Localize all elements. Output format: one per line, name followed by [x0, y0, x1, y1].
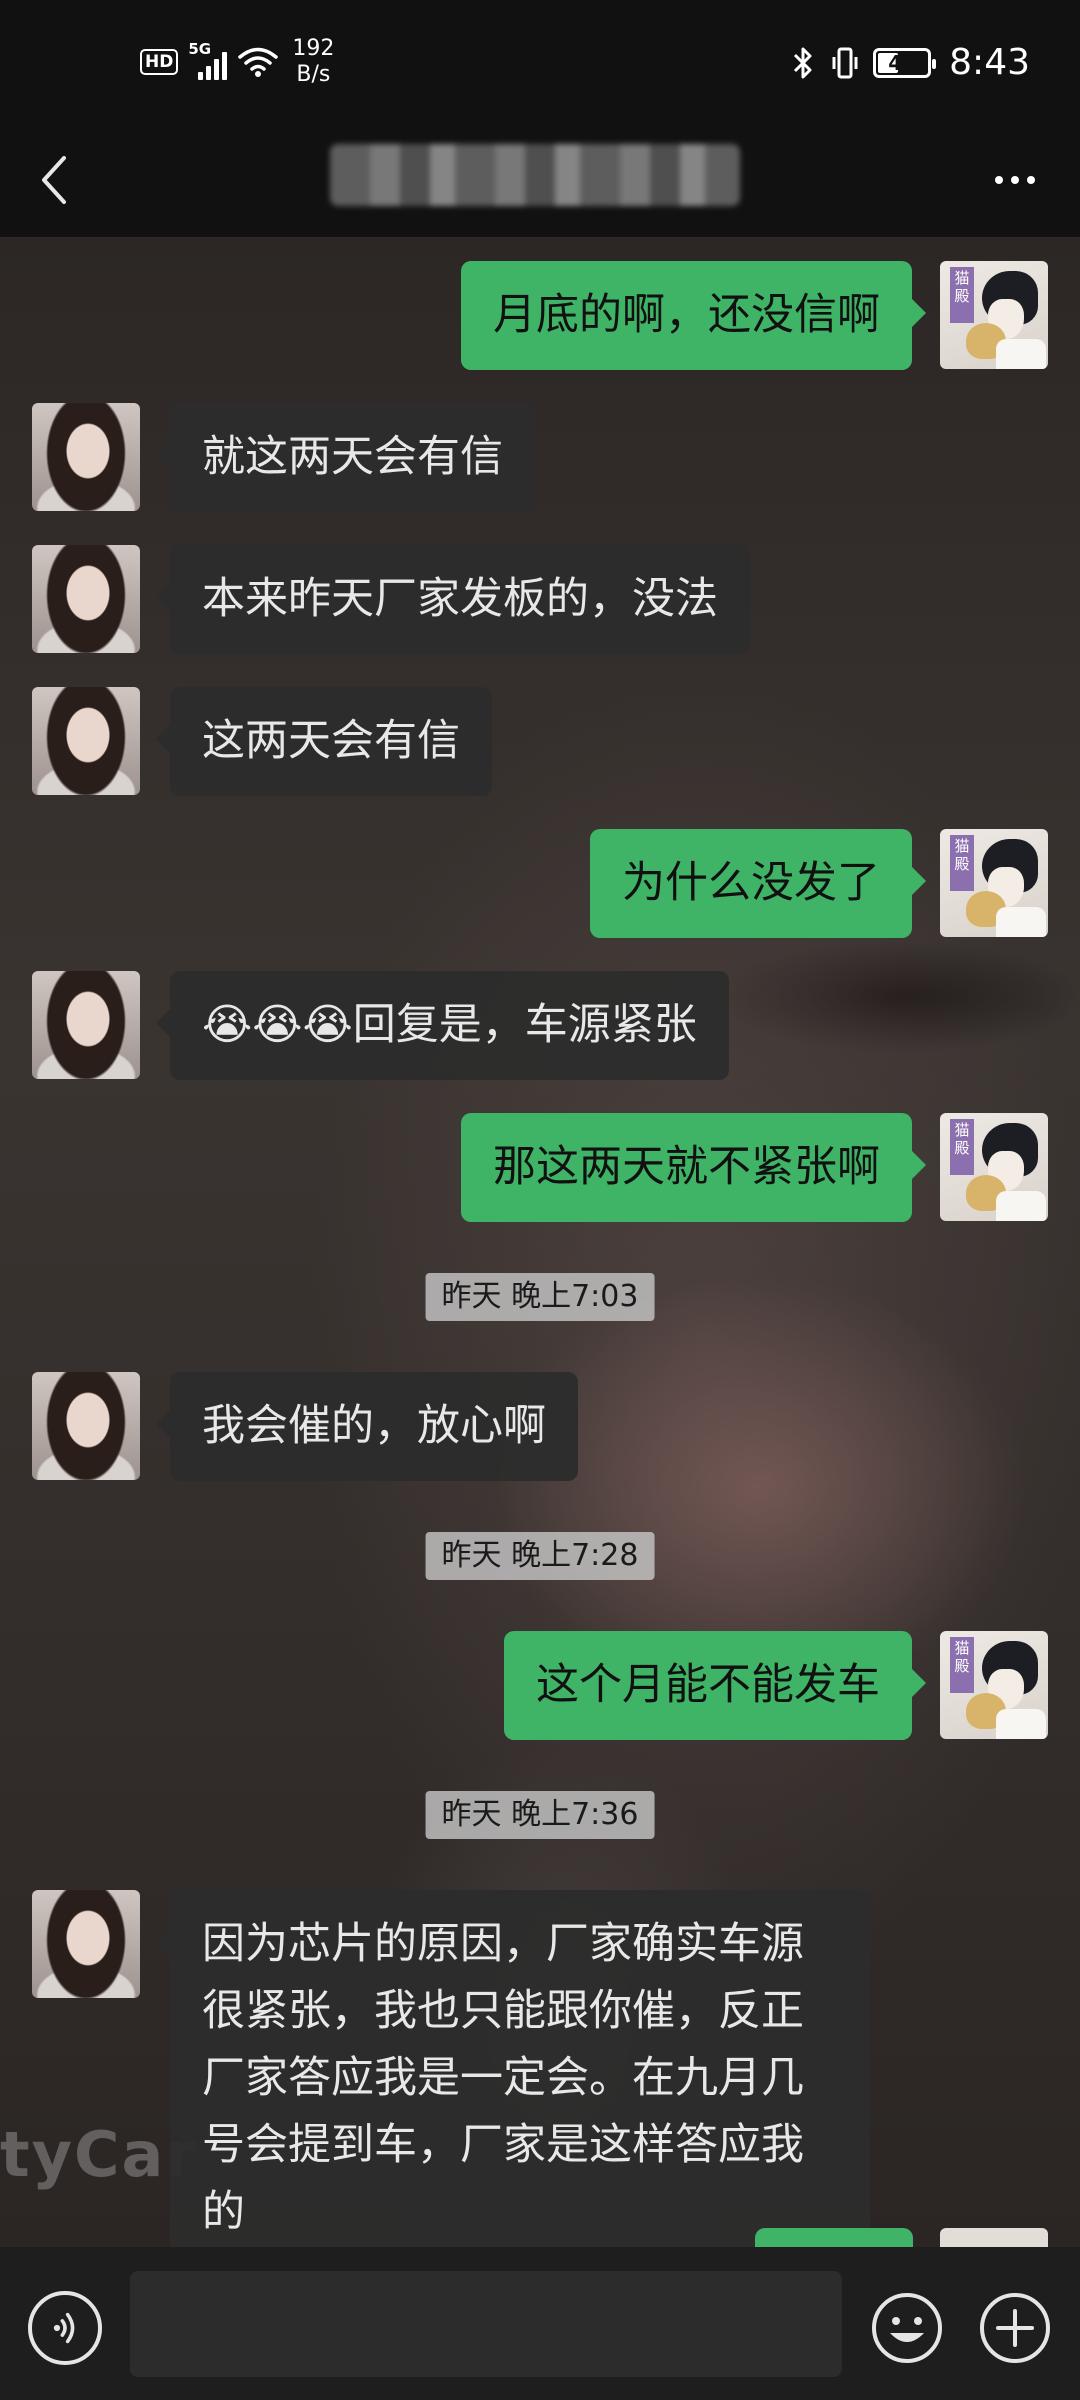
plus-icon[interactable]: [978, 2291, 1052, 2365]
back-chevron-icon[interactable]: [30, 150, 80, 210]
wifi-icon: [238, 47, 279, 77]
my-avatar[interactable]: 猫殿: [940, 829, 1048, 937]
message-bubble-outgoing[interactable]: 月底的啊，还没信啊: [461, 261, 926, 370]
contact-avatar[interactable]: [32, 687, 140, 795]
battery-icon: 41: [873, 47, 937, 78]
hd-badge: HD: [140, 49, 179, 75]
message-bubble-outgoing[interactable]: 这个月能不能发车: [504, 1631, 926, 1740]
message-text: 回复是，车源紧张: [352, 1000, 697, 1050]
message-bubble-outgoing[interactable]: 那这两天就不紧张啊: [461, 1113, 926, 1222]
message-bubble-incoming[interactable]: 这两天会有信: [156, 687, 492, 796]
wallpaper-watermark: tyCar: [0, 2118, 198, 2191]
more-dots-icon[interactable]: [980, 160, 1050, 200]
contact-avatar[interactable]: [32, 403, 140, 511]
network-speed: 192 B/s: [292, 36, 334, 88]
contact-avatar[interactable]: [32, 971, 140, 1079]
message-timestamp: 昨天 晚上7:36: [425, 1791, 655, 1839]
contact-avatar[interactable]: [32, 1372, 140, 1480]
network-type: 5G: [188, 40, 212, 58]
message-bubble-incoming[interactable]: 本来昨天厂家发板的，没法: [156, 545, 750, 654]
status-left: HD 5G 192 B/s: [140, 36, 334, 88]
my-avatar[interactable]: 猫殿: [940, 261, 1048, 369]
message-bubble-incoming[interactable]: 😭😭😭回复是，车源紧张: [156, 971, 729, 1080]
crying-emoji-icon: 😭😭😭: [202, 1000, 353, 1050]
network-speed-unit: B/s: [296, 62, 331, 87]
battery-percent: 41: [888, 50, 917, 75]
emoji-icon[interactable]: [870, 2291, 944, 2365]
network-speed-value: 192: [292, 36, 335, 61]
my-avatar[interactable]: 猫殿: [940, 1631, 1048, 1739]
bluetooth-icon: [794, 47, 812, 78]
my-avatar[interactable]: 猫殿: [940, 1113, 1048, 1221]
contact-avatar[interactable]: [32, 1890, 140, 1998]
message-bubble-incoming[interactable]: 因为芯片的原因，厂家确实车源很紧张，我也只能跟你催，反正厂家答应我是一定会。在九…: [156, 1890, 870, 2267]
message-bubble-incoming[interactable]: 就这两天会有信: [156, 403, 535, 512]
message-bubble-incoming[interactable]: 我会催的，放心啊: [156, 1372, 578, 1481]
chat-title-redacted: [330, 144, 740, 206]
contact-avatar[interactable]: [32, 545, 140, 653]
message-timestamp: 昨天 晚上7:28: [425, 1532, 655, 1580]
status-bar: HD 5G 192 B/s 41 8:43: [0, 0, 1080, 130]
input-bar: [0, 2247, 1080, 2400]
chat-header: [0, 130, 1080, 237]
status-time: 8:43: [949, 42, 1030, 83]
message-bubble-outgoing[interactable]: 为什么没发了: [590, 829, 926, 938]
voice-icon[interactable]: [28, 2291, 102, 2365]
vibrate-icon: [832, 47, 858, 78]
message-input[interactable]: [130, 2271, 842, 2377]
status-right: 41 8:43: [789, 42, 1030, 83]
message-timestamp: 昨天 晚上7:03: [425, 1273, 655, 1321]
cell-signal-icon: 5G: [188, 40, 228, 80]
